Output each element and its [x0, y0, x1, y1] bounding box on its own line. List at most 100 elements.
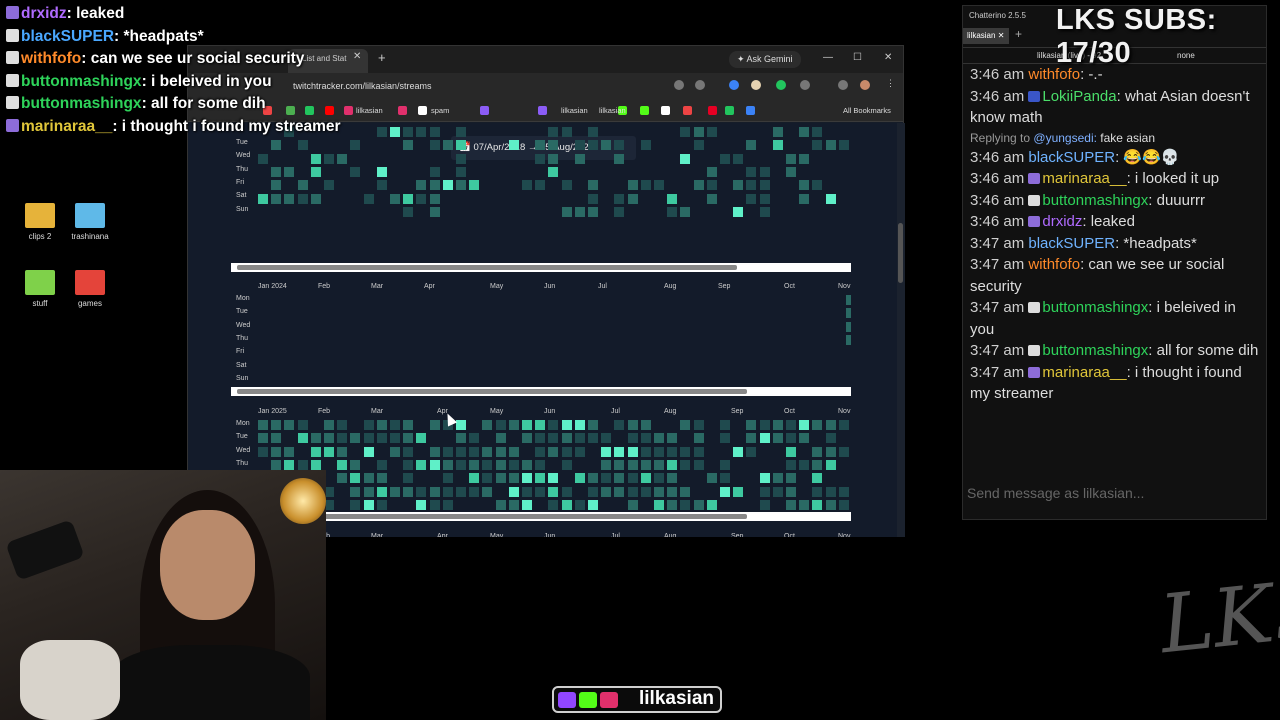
calendar-day-cell[interactable]	[680, 446, 691, 457]
calendar-day-cell[interactable]	[442, 140, 453, 151]
calendar-day-cell[interactable]	[337, 473, 348, 484]
calendar-day-cell[interactable]	[376, 486, 387, 497]
calendar-day-cell[interactable]	[614, 140, 625, 151]
calendar-day-cell[interactable]	[508, 420, 519, 430]
calendar-day-cell[interactable]	[627, 420, 638, 430]
calendar-day-cell[interactable]	[759, 166, 770, 177]
calendar-day-cell[interactable]	[640, 446, 651, 457]
calendar-day-cell[interactable]	[720, 433, 730, 444]
calendar-day-cell[interactable]	[403, 127, 414, 137]
calendar-day-cell[interactable]	[799, 127, 810, 137]
calendar-day-cell[interactable]	[786, 446, 796, 457]
calendar-day-cell[interactable]	[403, 140, 414, 151]
calendar-day-cell[interactable]	[825, 459, 836, 470]
calendar-day-cell[interactable]	[799, 193, 810, 204]
calendar-day-cell[interactable]	[522, 459, 532, 470]
bookmark-icon[interactable]	[344, 106, 353, 115]
scrollbar-thumb[interactable]	[237, 265, 737, 270]
calendar-day-cell[interactable]	[720, 486, 730, 497]
vertical-scrollbar[interactable]	[897, 123, 905, 537]
calendar-day-cell[interactable]	[548, 140, 559, 151]
calendar-day-cell[interactable]	[403, 473, 414, 484]
calendar-day-cell[interactable]	[363, 473, 374, 484]
calendar-day-cell[interactable]	[442, 180, 453, 191]
chat-input[interactable]: Send message as lilkasian...	[967, 485, 1144, 501]
calendar-day-cell[interactable]	[548, 127, 559, 137]
calendar-day-cell[interactable]	[786, 486, 796, 497]
calendar-day-cell[interactable]	[667, 499, 678, 510]
calendar-day-cell[interactable]	[846, 334, 851, 345]
calendar-day-cell[interactable]	[363, 499, 374, 510]
calendar-day-cell[interactable]	[324, 180, 334, 191]
calendar-day-cell[interactable]	[588, 193, 598, 204]
calendar-day-cell[interactable]	[693, 459, 704, 470]
bookmark-icon[interactable]	[683, 106, 692, 115]
calendar-day-cell[interactable]	[522, 486, 532, 497]
calendar-day-cell[interactable]	[548, 433, 559, 444]
maximize-icon[interactable]: ☐	[853, 52, 862, 63]
calendar-day-cell[interactable]	[627, 499, 638, 510]
bookmark-icon[interactable]	[418, 106, 427, 115]
calendar-day-cell[interactable]	[720, 420, 730, 430]
calendar-day-cell[interactable]	[271, 420, 282, 430]
calendar-day-cell[interactable]	[390, 446, 400, 457]
calendar-day-cell[interactable]	[535, 140, 546, 151]
calendar-day-cell[interactable]	[799, 499, 810, 510]
chat-username[interactable]: blackSUPER	[1028, 235, 1115, 252]
calendar-day-cell[interactable]	[482, 420, 493, 430]
calendar-day-cell[interactable]	[574, 153, 585, 164]
calendar-day-cell[interactable]	[825, 446, 836, 457]
calendar-day-cell[interactable]	[310, 153, 321, 164]
calendar-day-cell[interactable]	[522, 499, 532, 510]
calendar-day-cell[interactable]	[535, 420, 546, 430]
install-icon[interactable]	[674, 80, 684, 90]
calendar-day-cell[interactable]	[614, 446, 625, 457]
calendar-day-cell[interactable]	[746, 193, 757, 204]
calendar-day-cell[interactable]	[838, 499, 849, 510]
calendar-day-cell[interactable]	[284, 446, 295, 457]
bookmark-icon[interactable]	[480, 106, 489, 115]
calendar-day-cell[interactable]	[601, 446, 612, 457]
calendar-day-cell[interactable]	[310, 166, 321, 177]
calendar-day-cell[interactable]	[574, 206, 585, 217]
calendar-day-cell[interactable]	[654, 180, 664, 191]
calendar-day-cell[interactable]	[588, 140, 598, 151]
calendar-day-cell[interactable]	[640, 473, 651, 484]
calendar-day-cell[interactable]	[601, 140, 612, 151]
calendar-day-cell[interactable]	[416, 433, 427, 444]
calendar-day-cell[interactable]	[746, 140, 757, 151]
calendar-day-cell[interactable]	[390, 420, 400, 430]
calendar-day-cell[interactable]	[667, 193, 678, 204]
calendar-day-cell[interactable]	[548, 499, 559, 510]
calendar-day-cell[interactable]	[561, 433, 572, 444]
calendar-day-cell[interactable]	[614, 459, 625, 470]
calendar-day-cell[interactable]	[680, 420, 691, 430]
calendar-day-cell[interactable]	[403, 193, 414, 204]
calendar-day-cell[interactable]	[482, 446, 493, 457]
calendar-day-cell[interactable]	[416, 193, 427, 204]
calendar-day-cell[interactable]	[258, 420, 268, 430]
new-tab-icon[interactable]: +	[378, 50, 386, 65]
calendar-day-cell[interactable]	[390, 433, 400, 444]
calendar-day-cell[interactable]	[429, 446, 440, 457]
menu-kebab-icon[interactable]: ⋮	[886, 78, 895, 89]
calendar-day-cell[interactable]	[838, 140, 849, 151]
calendar-day-cell[interactable]	[429, 499, 440, 510]
calendar-day-cell[interactable]	[680, 127, 691, 137]
calendar-day-cell[interactable]	[746, 420, 757, 430]
calendar-day-cell[interactable]	[522, 473, 532, 484]
calendar-day-cell[interactable]	[442, 486, 453, 497]
calendar-day-cell[interactable]	[786, 153, 796, 164]
calendar-day-cell[interactable]	[310, 193, 321, 204]
calendar-day-cell[interactable]	[693, 499, 704, 510]
chat-username[interactable]: marinaraa__	[1042, 170, 1126, 187]
calendar-day-cell[interactable]	[588, 206, 598, 217]
calendar-day-cell[interactable]	[693, 127, 704, 137]
calendar-day-cell[interactable]	[482, 459, 493, 470]
calendar-day-cell[interactable]	[825, 433, 836, 444]
bookmark-icon[interactable]	[538, 106, 547, 115]
calendar-day-cell[interactable]	[746, 166, 757, 177]
calendar-day-cell[interactable]	[561, 180, 572, 191]
calendar-day-cell[interactable]	[548, 486, 559, 497]
calendar-day-cell[interactable]	[508, 486, 519, 497]
